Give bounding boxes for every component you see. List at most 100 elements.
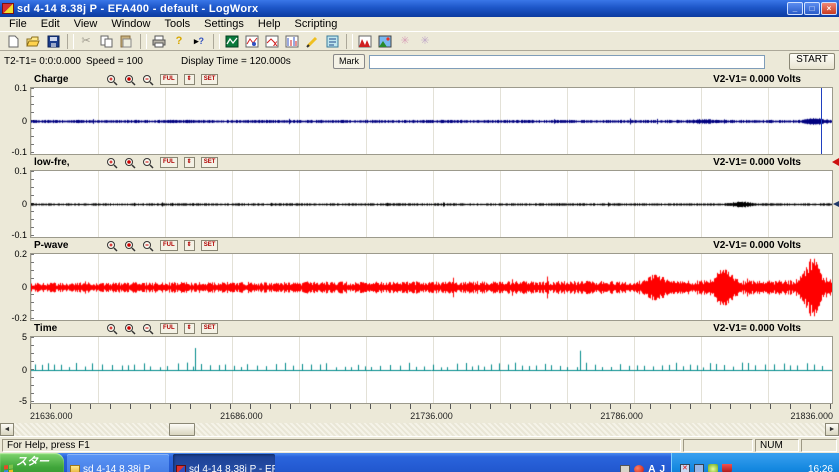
pattern-b-icon[interactable]: ✳ bbox=[415, 33, 435, 50]
zoom-out-icon[interactable] bbox=[142, 157, 154, 169]
save-file-icon[interactable] bbox=[43, 33, 63, 50]
print-icon[interactable] bbox=[149, 33, 169, 50]
panel-charge-body: 0.1 0 -0.1 bbox=[0, 87, 833, 155]
fit-vertical-icon[interactable]: ⇕ bbox=[184, 323, 195, 334]
taskbar-item-folder[interactable]: sd 4-14 8.38j P bbox=[67, 454, 169, 472]
zoom-reset-icon[interactable] bbox=[124, 240, 136, 252]
zoom-out-icon[interactable] bbox=[142, 74, 154, 86]
start-menu-button[interactable]: スタート bbox=[0, 453, 64, 472]
y-label: 5 bbox=[22, 332, 27, 342]
pattern-a-icon[interactable]: ✳ bbox=[395, 33, 415, 50]
full-scale-icon[interactable]: FUL bbox=[160, 74, 178, 85]
full-scale-icon[interactable]: FUL bbox=[160, 157, 178, 168]
time-waveform bbox=[31, 337, 832, 403]
fit-vertical-icon[interactable]: ⇕ bbox=[184, 74, 195, 85]
maximize-button[interactable]: □ bbox=[804, 2, 820, 15]
low-fre-plot[interactable] bbox=[30, 170, 833, 238]
channel-label: P-wave bbox=[34, 240, 106, 251]
ime-mode-j[interactable]: J bbox=[659, 464, 665, 472]
scrollbar-track[interactable] bbox=[14, 423, 825, 436]
t2-t1-readout: T2-T1= 0:0:0.000 bbox=[4, 56, 86, 67]
properties-icon[interactable] bbox=[322, 33, 342, 50]
pan-marker-blue-icon[interactable] bbox=[833, 201, 839, 207]
y-axis-labels: 5 0 -5 bbox=[0, 336, 30, 404]
zoom-in-icon[interactable] bbox=[106, 74, 118, 86]
charge-waveform bbox=[31, 88, 832, 154]
ime-mode-a[interactable]: A bbox=[648, 464, 655, 472]
y-label: 0 bbox=[22, 282, 27, 292]
chart-delete-icon[interactable]: x bbox=[262, 33, 282, 50]
menu-window[interactable]: Window bbox=[104, 18, 157, 30]
about-help-icon[interactable]: ? bbox=[169, 33, 189, 50]
scroll-right-button[interactable]: ► bbox=[825, 423, 839, 436]
menu-tools[interactable]: Tools bbox=[157, 18, 197, 30]
image-view-icon[interactable] bbox=[375, 33, 395, 50]
zoom-out-icon[interactable] bbox=[142, 240, 154, 252]
copy-icon[interactable] bbox=[96, 33, 116, 50]
zoom-reset-icon[interactable] bbox=[124, 323, 136, 335]
printer-icon[interactable] bbox=[620, 465, 630, 472]
updates-icon[interactable] bbox=[708, 464, 718, 472]
zoom-in-icon[interactable] bbox=[106, 240, 118, 252]
set-range-icon[interactable]: SET bbox=[201, 240, 219, 251]
chart-cursor-icon[interactable] bbox=[242, 33, 262, 50]
menu-view[interactable]: View bbox=[67, 18, 105, 30]
window-titlebar: sd 4-14 8.38j P - EFA400 - default - Log… bbox=[0, 0, 839, 17]
time-plot[interactable] bbox=[30, 336, 833, 404]
p-wave-plot[interactable] bbox=[30, 253, 833, 321]
zoom-out-icon[interactable] bbox=[142, 323, 154, 335]
p-wave-waveform bbox=[31, 254, 832, 320]
menu-file[interactable]: File bbox=[2, 18, 34, 30]
full-scale-icon[interactable]: FUL bbox=[160, 240, 178, 251]
set-range-icon[interactable]: SET bbox=[201, 323, 219, 334]
time-cursor-line[interactable] bbox=[821, 88, 822, 154]
view-chart-icon[interactable] bbox=[222, 33, 242, 50]
charge-plot[interactable] bbox=[30, 87, 833, 155]
low-fre-waveform bbox=[31, 171, 832, 237]
close-button[interactable]: × bbox=[821, 2, 837, 15]
scrollbar-thumb[interactable] bbox=[169, 423, 195, 436]
menu-edit[interactable]: Edit bbox=[34, 18, 67, 30]
fit-vertical-icon[interactable]: ⇕ bbox=[184, 240, 195, 251]
v2-v1-readout: V2-V1= 0.000 Volts bbox=[713, 323, 801, 334]
histogram-red-icon[interactable] bbox=[355, 33, 375, 50]
network-error-icon[interactable] bbox=[680, 464, 690, 472]
set-range-icon[interactable]: SET bbox=[201, 157, 219, 168]
fit-vertical-icon[interactable]: ⇕ bbox=[184, 157, 195, 168]
paste-icon[interactable] bbox=[116, 33, 136, 50]
open-file-icon[interactable] bbox=[23, 33, 43, 50]
ime-ball-icon[interactable] bbox=[634, 465, 644, 472]
set-range-icon[interactable]: SET bbox=[201, 74, 219, 85]
mark-button[interactable]: Mark bbox=[333, 54, 365, 69]
zoom-in-icon[interactable] bbox=[106, 323, 118, 335]
taskbar-item-logworx[interactable]: sd 4-14 8.38j P - EF... bbox=[173, 454, 275, 472]
minimize-button[interactable]: _ bbox=[787, 2, 803, 15]
x-tick-label: 21836.000 bbox=[790, 411, 833, 421]
zoom-reset-icon[interactable] bbox=[124, 157, 136, 169]
spectrum-view-icon[interactable] bbox=[282, 33, 302, 50]
context-help-icon[interactable]: ▸? bbox=[189, 33, 209, 50]
start-label: スタート bbox=[16, 453, 56, 472]
panel-time-header: Time FUL ⇕ SET V2-V1= 0.000 Volts bbox=[0, 321, 839, 336]
horizontal-scrollbar: ◄ ► bbox=[0, 423, 839, 436]
edit-pencil-icon[interactable] bbox=[302, 33, 322, 50]
security-shield-icon[interactable] bbox=[722, 464, 732, 472]
menu-settings[interactable]: Settings bbox=[197, 18, 251, 30]
cut-icon[interactable]: ✂ bbox=[76, 33, 96, 50]
start-button[interactable]: START bbox=[789, 53, 835, 70]
statusbar: For Help, press F1 NUM bbox=[0, 436, 839, 453]
zoom-in-icon[interactable] bbox=[106, 157, 118, 169]
menu-scripting[interactable]: Scripting bbox=[288, 18, 345, 30]
y-label: -5 bbox=[19, 396, 27, 406]
panel-p-wave-header: P-wave FUL ⇕ SET V2-V1= 0.000 Volts bbox=[0, 238, 839, 253]
scroll-left-button[interactable]: ◄ bbox=[0, 423, 14, 436]
mark-input[interactable] bbox=[369, 55, 765, 69]
new-file-icon[interactable] bbox=[3, 33, 23, 50]
menu-help[interactable]: Help bbox=[251, 18, 288, 30]
network-icon[interactable] bbox=[694, 464, 704, 472]
pan-marker-red-icon[interactable] bbox=[832, 158, 839, 166]
panel-charge-header: Charge FUL ⇕ SET V2-V1= 0.000 Volts bbox=[0, 72, 839, 87]
taskbar-item-label: sd 4-14 8.38j P - EF... bbox=[189, 464, 275, 472]
full-scale-icon[interactable]: FUL bbox=[160, 323, 178, 334]
zoom-reset-icon[interactable] bbox=[124, 74, 136, 86]
